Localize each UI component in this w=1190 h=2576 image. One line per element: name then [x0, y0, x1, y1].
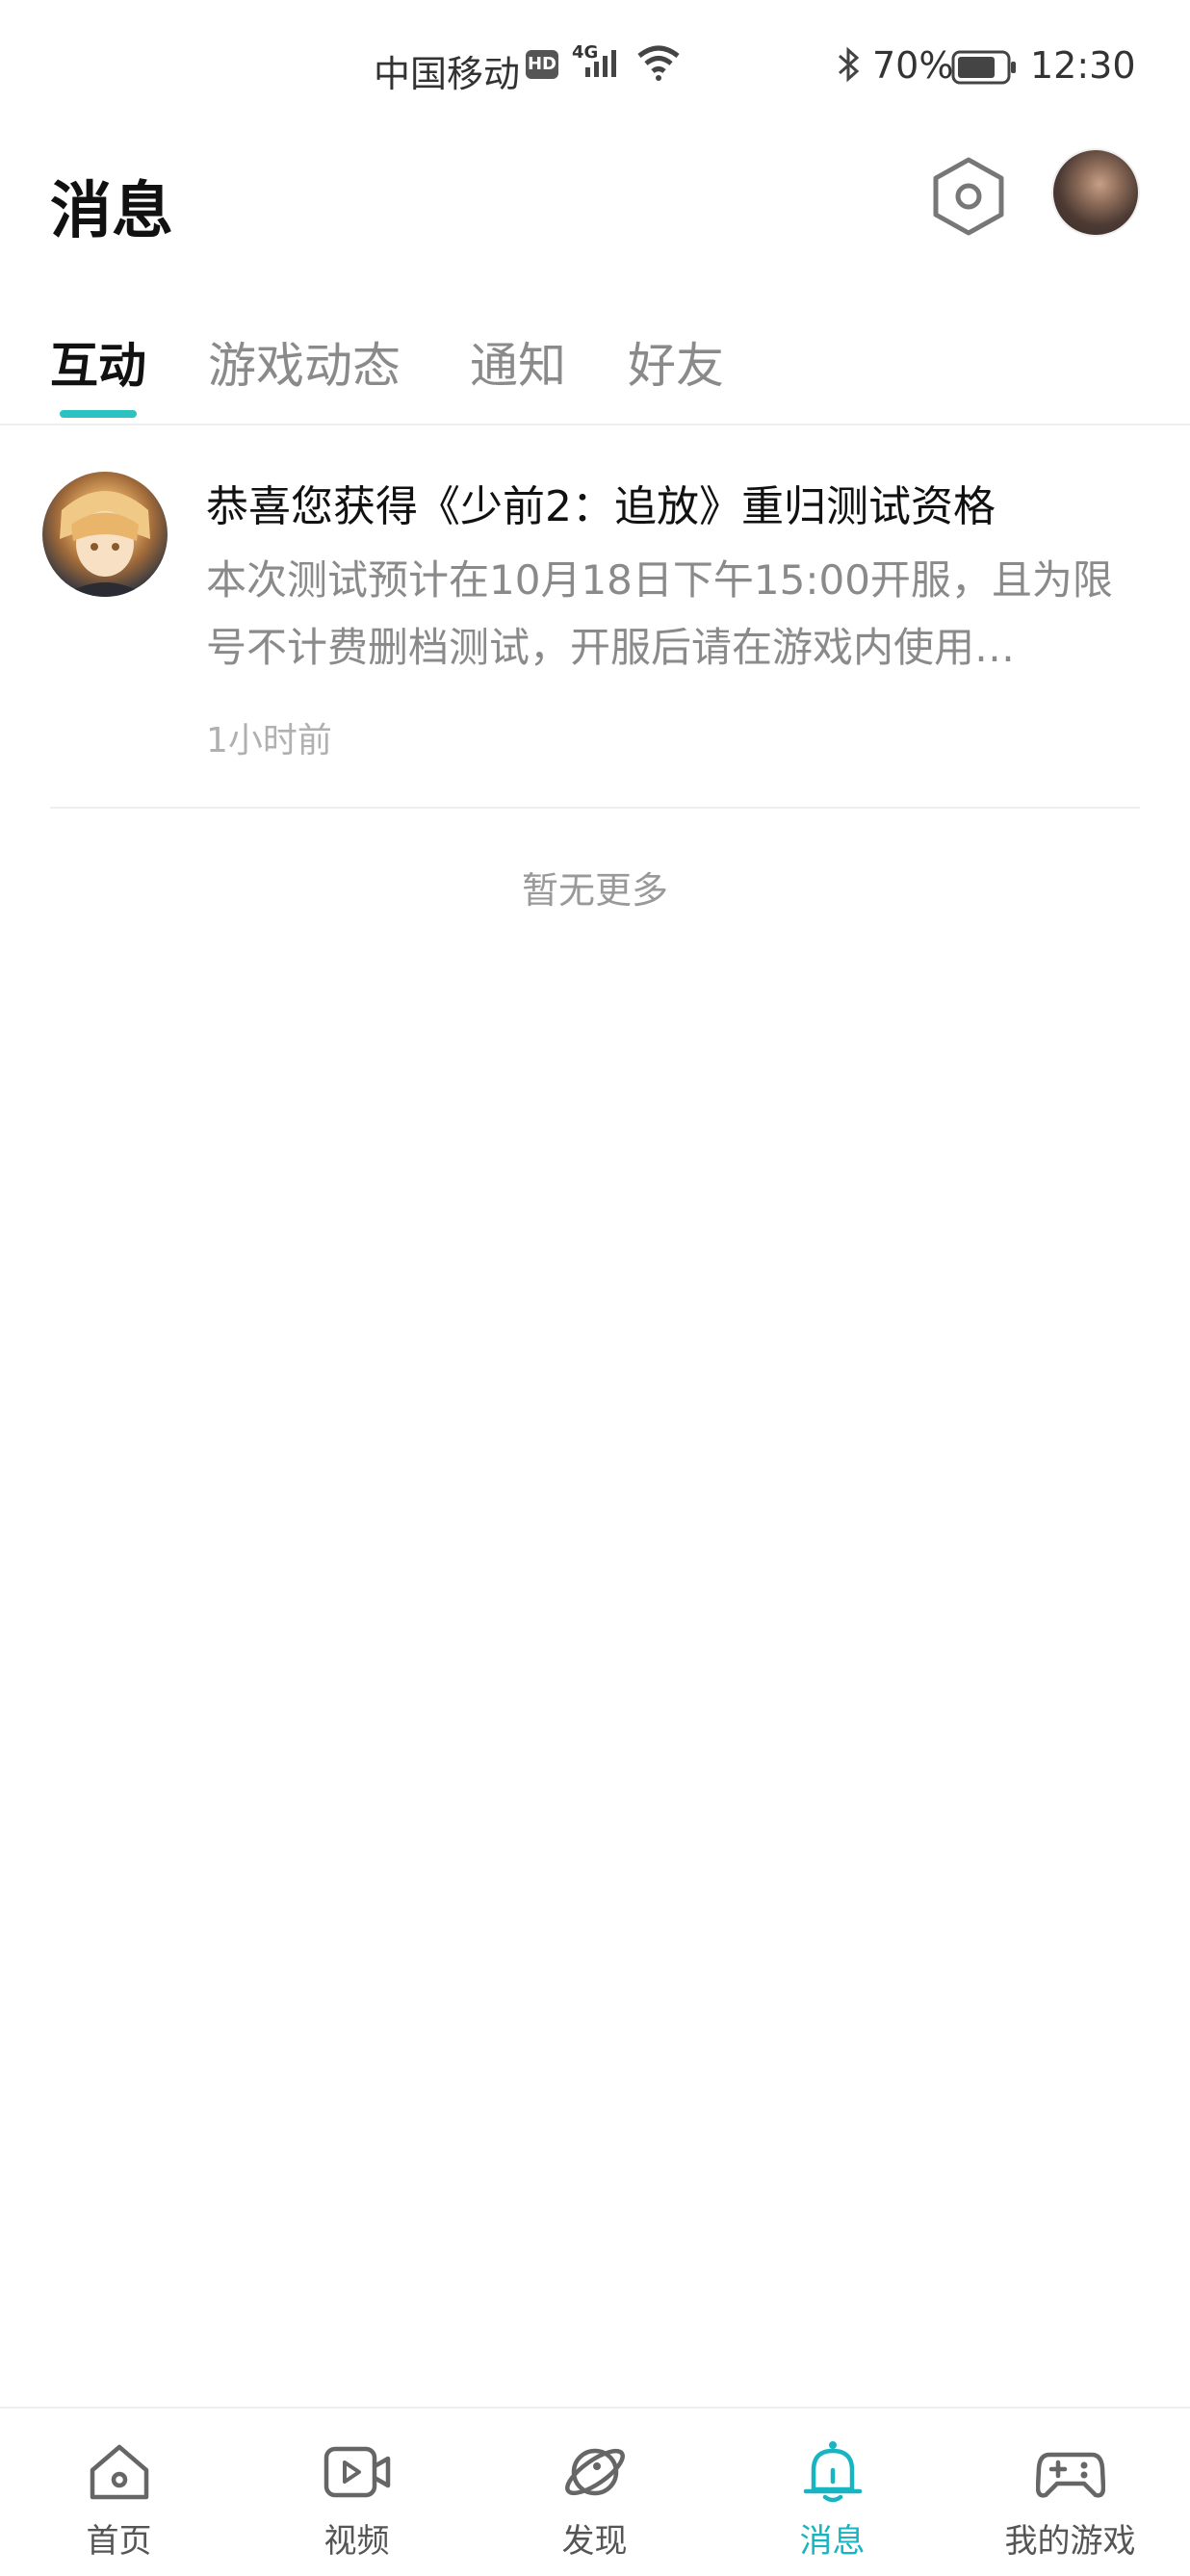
message-avatar [42, 472, 168, 597]
nav-discover[interactable]: 发现 [476, 2409, 713, 2576]
nav-home[interactable]: 首页 [0, 2409, 238, 2576]
home-icon [90, 2444, 148, 2500]
messages-page: 中国移动 HD 4G 70% 12:30 消息 互动 游戏动态 通知 好友 恭喜… [0, 0, 1190, 2576]
battery-icon [951, 50, 1016, 85]
tab-interaction[interactable]: 互动 [50, 327, 146, 397]
planet-icon [564, 2448, 625, 2496]
tab-bar: 互动 游戏动态 通知 好友 [0, 318, 1190, 425]
nav-messages[interactable]: 消息 [713, 2409, 951, 2576]
battery-percent: 70% [872, 44, 954, 87]
nav-messages-label: 消息 [799, 2522, 866, 2561]
message-body: 本次测试预计在10月18日下午15:00开服，且为限号不计费删档测试，开服后请在… [206, 556, 1113, 671]
nav-video-label: 视频 [323, 2522, 390, 2561]
active-tab-indicator [60, 410, 137, 418]
user-avatar[interactable] [1053, 150, 1138, 235]
tab-notifications[interactable]: 通知 [470, 327, 566, 397]
list-end-text: 暂无更多 [521, 869, 668, 912]
nav-my-games[interactable]: 我的游戏 [951, 2409, 1189, 2576]
wifi-icon [637, 45, 680, 81]
status-bar: 中国移动 HD 4G 70% 12:30 [0, 0, 1190, 135]
message-time: 1小时前 [206, 721, 332, 760]
nav-home-label: 首页 [86, 2522, 152, 2561]
character-portrait-icon [60, 491, 150, 597]
nav-my-games-label: 我的游戏 [1004, 2522, 1136, 2561]
bottom-nav: 首页 视频 发现 消息 我的游戏 [0, 2407, 1190, 2576]
nav-discover-label: 发现 [561, 2522, 628, 2561]
carrier-name: 中国移动 [374, 53, 521, 95]
tab-friends[interactable]: 好友 [628, 327, 724, 397]
nav-video[interactable]: 视频 [238, 2409, 476, 2576]
bell-icon [803, 2441, 862, 2503]
tab-game-updates[interactable]: 游戏动态 [208, 327, 401, 397]
message-item[interactable]: 恭喜您获得《少前2：追放》重归测试资格 本次测试预计在10月18日下午15:00… [0, 424, 1190, 809]
hd-icon: HD [526, 50, 558, 79]
gamepad-icon [1035, 2452, 1105, 2498]
bluetooth-icon [839, 46, 860, 83]
divider [50, 807, 1140, 809]
clock: 12:30 [1030, 44, 1136, 87]
message-title: 恭喜您获得《少前2：追放》重归测试资格 [206, 482, 996, 531]
signal-icon [585, 50, 616, 77]
page-title: 消息 [50, 176, 173, 247]
settings-icon[interactable] [930, 156, 1007, 237]
video-icon [323, 2446, 390, 2498]
